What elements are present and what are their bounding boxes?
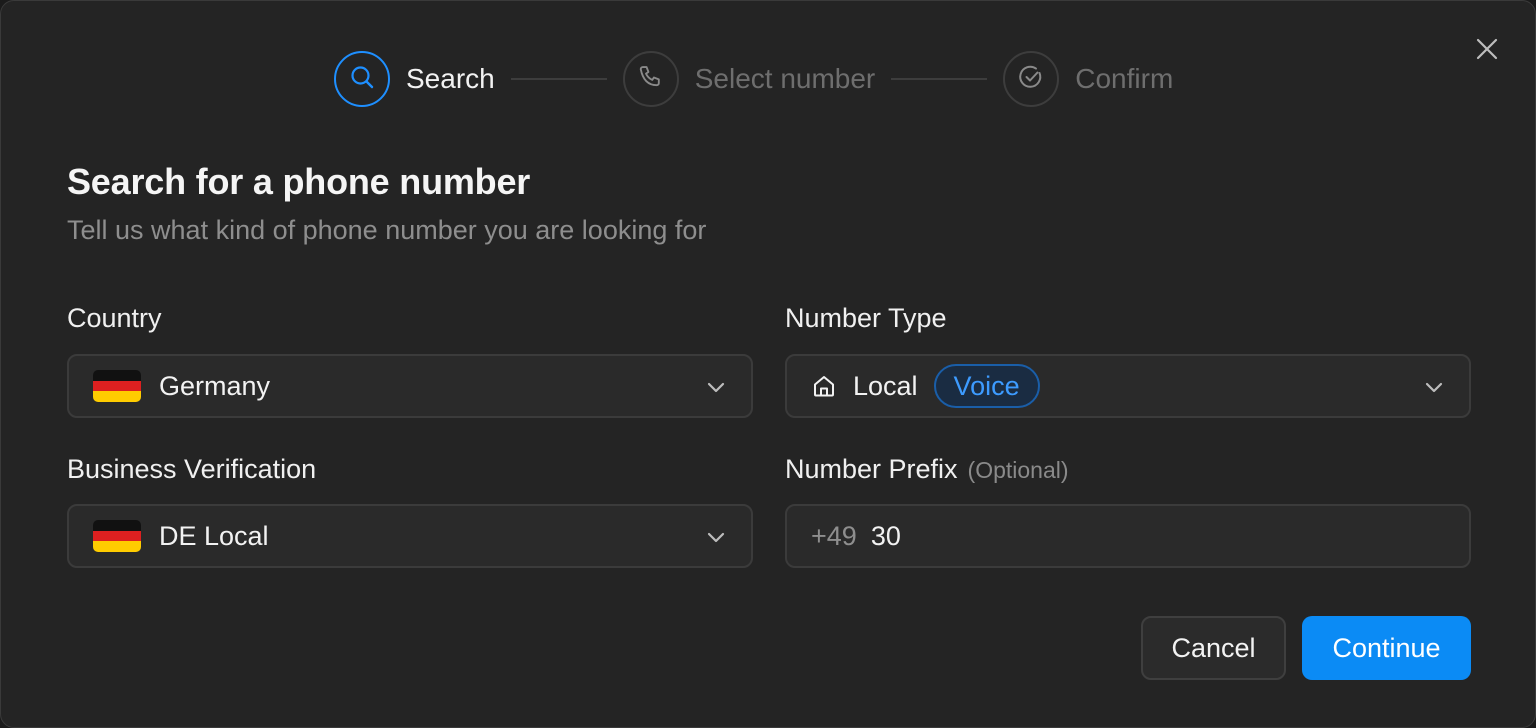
close-icon <box>1476 38 1498 65</box>
number-prefix-label-text: Number Prefix <box>785 454 958 484</box>
step-search-label: Search <box>406 63 495 94</box>
country-select-value: Germany <box>159 370 271 401</box>
close-button[interactable] <box>1471 35 1503 67</box>
step-confirm-circle <box>1003 51 1060 107</box>
continue-button[interactable]: Continue <box>1302 616 1471 680</box>
chevron-down-icon <box>1423 376 1445 403</box>
check-circle-icon <box>1017 63 1045 96</box>
number-prefix-input[interactable] <box>870 520 1431 552</box>
search-icon <box>348 63 376 96</box>
germany-flag-icon <box>93 370 141 402</box>
optional-hint: (Optional) <box>967 457 1069 483</box>
step-search[interactable]: Search <box>334 51 495 107</box>
step-select-number[interactable]: Select number <box>622 51 876 107</box>
business-verification-label: Business Verification <box>67 454 317 484</box>
stepper: Search Select number Confirm <box>334 50 1173 108</box>
dialog-title: Search for a phone number <box>67 161 531 202</box>
phone-icon <box>637 63 665 96</box>
step-connector <box>891 78 988 80</box>
home-icon <box>811 373 837 399</box>
country-select[interactable]: Germany <box>67 354 753 418</box>
step-select-number-circle <box>622 51 679 107</box>
country-code-prefix: +49 <box>811 520 857 551</box>
step-connector <box>510 78 607 80</box>
number-type-select[interactable]: Local Voice <box>785 354 1471 418</box>
germany-flag-icon <box>93 520 141 552</box>
number-type-value: Local <box>853 370 918 401</box>
business-verification-value: DE Local <box>159 520 269 551</box>
country-label: Country <box>67 303 162 333</box>
step-confirm[interactable]: Confirm <box>1003 51 1173 107</box>
number-prefix-label: Number Prefix (Optional) <box>785 454 1069 485</box>
number-type-label: Number Type <box>785 303 947 333</box>
business-verification-select[interactable]: DE Local <box>67 504 753 568</box>
number-prefix-field[interactable]: +49 <box>785 504 1471 568</box>
chevron-down-icon <box>705 376 727 403</box>
chevron-down-icon <box>705 526 727 553</box>
step-confirm-label: Confirm <box>1075 63 1174 94</box>
cancel-button[interactable]: Cancel <box>1141 616 1286 680</box>
step-search-circle <box>334 51 390 107</box>
voice-badge: Voice <box>933 364 1040 408</box>
step-select-number-label: Select number <box>694 63 876 94</box>
dialog-subtitle: Tell us what kind of phone number you ar… <box>67 215 707 245</box>
search-number-dialog: Search Select number Confirm Search for … <box>0 0 1536 728</box>
